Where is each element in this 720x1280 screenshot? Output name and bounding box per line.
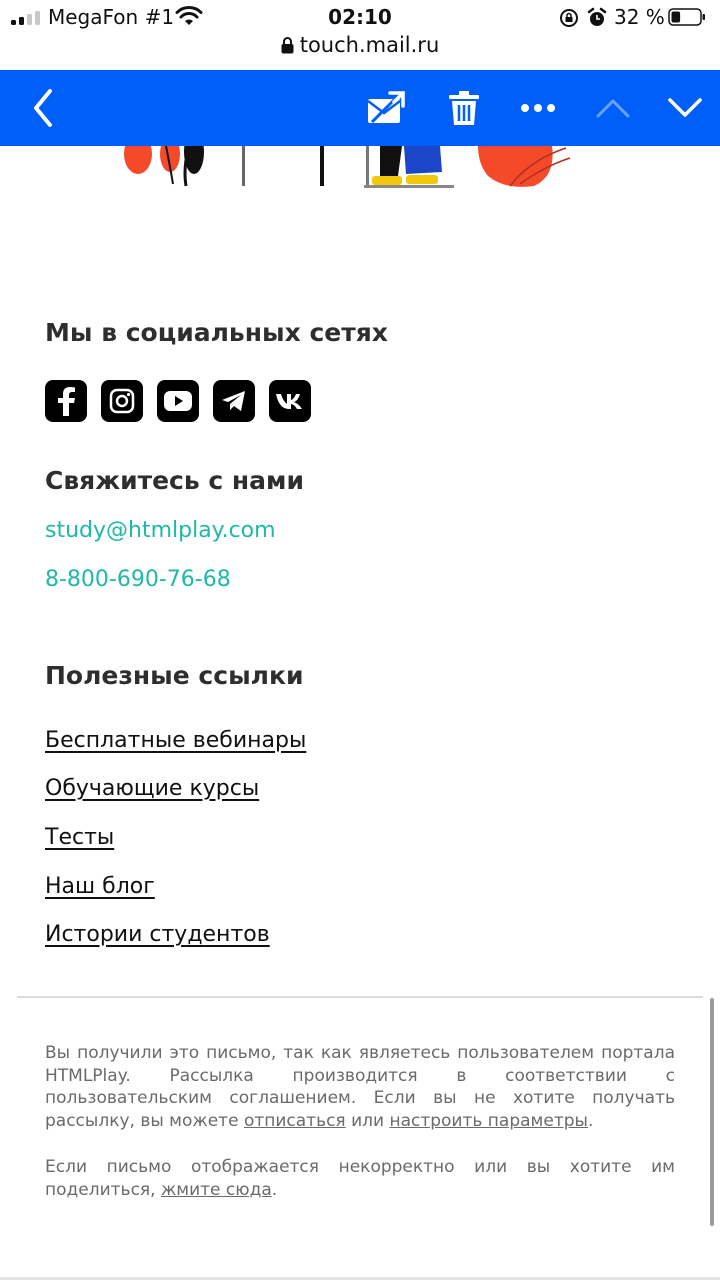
status-bar: MegaFon #1 02:10 32 % touch.mail.ru — [0, 0, 720, 70]
more-button[interactable] — [514, 70, 562, 146]
contact-email-link[interactable]: study@htmlplay.com — [45, 518, 276, 543]
telegram-button[interactable] — [213, 380, 255, 422]
telegram-icon — [222, 391, 245, 411]
footer-or-text: или — [345, 1111, 390, 1132]
facebook-button[interactable] — [45, 380, 87, 422]
youtube-icon — [164, 391, 192, 411]
url-text: touch.mail.ru — [299, 33, 440, 57]
contacts-heading: Свяжитесь с нами — [45, 466, 305, 495]
back-button[interactable] — [22, 70, 64, 146]
previous-icon — [596, 99, 630, 118]
link-our-blog[interactable]: Наш блог — [45, 874, 155, 899]
illustration-image — [124, 146, 571, 188]
facebook-icon — [58, 387, 75, 416]
contact-phone-link[interactable]: 8-800-690-76-68 — [45, 567, 231, 592]
link-student-stories[interactable]: Истории студентов — [45, 922, 270, 947]
footer-period: . — [587, 1111, 594, 1132]
footer-share-period: . — [271, 1179, 278, 1200]
mail-toolbar — [0, 70, 720, 146]
useful-links-heading: Полезные ссылки — [45, 661, 304, 690]
lock-icon — [281, 37, 294, 54]
alarm-icon — [587, 7, 607, 26]
address-bar[interactable]: touch.mail.ru — [0, 33, 720, 57]
footer-divider — [17, 996, 703, 998]
move-to-spam-icon — [367, 91, 405, 124]
delete-button[interactable] — [442, 70, 486, 146]
footer-share-text: Если письмо отображается некорректно или… — [45, 1157, 675, 1200]
click-here-link[interactable]: жмите сюда — [161, 1180, 272, 1200]
social-heading: Мы в социальных сетях — [45, 318, 388, 347]
trash-icon — [449, 91, 479, 125]
unsubscribe-link[interactable]: отписаться — [244, 1111, 346, 1131]
back-icon — [34, 89, 52, 127]
footer-disclaimer: Вы получили это письмо, так как являетес… — [45, 1042, 675, 1133]
scrollbar[interactable] — [710, 998, 714, 1226]
vk-icon — [276, 394, 302, 409]
previous-message-button[interactable] — [590, 70, 636, 146]
link-free-webinars[interactable]: Бесплатные вебинары — [45, 728, 306, 753]
next-message-button[interactable] — [662, 70, 708, 146]
vk-button[interactable] — [269, 380, 311, 422]
battery-icon — [668, 8, 705, 26]
link-tests[interactable]: Тесты — [45, 825, 114, 850]
battery-percent: 32 % — [614, 5, 665, 29]
instagram-icon — [109, 388, 135, 414]
clock: 02:10 — [328, 5, 392, 29]
more-icon — [521, 104, 555, 112]
instagram-button[interactable] — [101, 380, 143, 422]
footer-share-note: Если письмо отображается некорректно или… — [45, 1156, 675, 1201]
move-to-spam-button[interactable] — [362, 70, 410, 146]
youtube-button[interactable] — [157, 380, 199, 422]
rotation-lock-icon — [560, 9, 578, 27]
social-icons-row — [45, 380, 311, 422]
link-training-courses[interactable]: Обучающие курсы — [45, 776, 259, 801]
next-icon — [668, 98, 702, 117]
settings-link[interactable]: настроить параметры — [389, 1111, 588, 1131]
